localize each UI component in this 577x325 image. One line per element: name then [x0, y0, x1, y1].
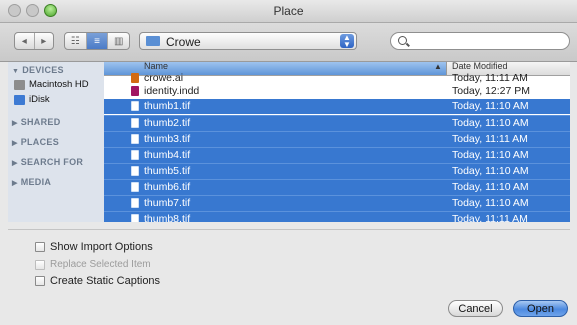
checkbox-label: Replace Selected Item [50, 259, 151, 270]
title-bar: Place [0, 0, 577, 23]
illustrator-file-icon [131, 73, 139, 83]
date-column-label[interactable]: Date Modified [452, 62, 508, 71]
sidebar-section-places[interactable]: ▶ PLACES [12, 137, 59, 147]
checkbox-label: Show Import Options [50, 241, 153, 253]
file-date: Today, 11:10 AM [452, 165, 529, 177]
replace-selected-item-checkbox: Replace Selected Item [35, 259, 151, 270]
disclosure-closed-icon: ▶ [12, 120, 18, 127]
tiff-file-icon [131, 118, 139, 128]
list-view-button[interactable]: ≡ [85, 33, 108, 49]
file-row[interactable]: thumb8.tif Today, 11:11 AM [104, 211, 570, 222]
window-title: Place [273, 4, 304, 18]
icon-view-button[interactable]: ☷ [65, 33, 86, 49]
sidebar-section-shared[interactable]: ▶ SHARED [12, 117, 61, 127]
tiff-file-icon [131, 214, 139, 222]
disclosure-closed-icon: ▶ [12, 180, 18, 187]
tiff-file-icon [131, 134, 139, 144]
show-import-options-checkbox[interactable]: Show Import Options [35, 241, 153, 253]
file-date: Today, 12:27 PM [452, 85, 531, 97]
file-date: Today, 11:10 AM [452, 149, 529, 161]
location-popup[interactable]: Crowe ▲ ▼ [139, 32, 357, 50]
sidebar-section-devices[interactable]: ▼ DEVICES [12, 65, 64, 75]
sidebar-section-search-for[interactable]: ▶ SEARCH FOR [12, 157, 83, 167]
folder-icon [146, 36, 160, 46]
tiff-file-icon [131, 182, 139, 192]
file-row[interactable]: identity.indd Today, 12:27 PM [104, 84, 570, 99]
file-date: Today, 11:10 AM [452, 100, 529, 112]
file-name: crowe.ai [144, 72, 184, 84]
tiff-file-icon [131, 150, 139, 160]
column-view-button[interactable]: ▥ [107, 33, 129, 49]
file-name: thumb6.tif [144, 181, 191, 193]
disclosure-closed-icon: ▶ [12, 140, 18, 147]
file-date: Today, 11:10 AM [452, 197, 529, 209]
file-row[interactable]: thumb4.tif Today, 11:10 AM [104, 147, 570, 163]
file-name: thumb5.tif [144, 165, 191, 177]
indesign-file-icon [131, 86, 139, 96]
sidebar-item-macintosh-hd[interactable]: Macintosh HD [14, 79, 89, 90]
file-name: thumb8.tif [144, 213, 191, 222]
file-date: Today, 11:10 AM [452, 117, 529, 129]
back-button[interactable]: ◂ [15, 33, 34, 49]
file-row[interactable]: thumb6.tif Today, 11:10 AM [104, 179, 570, 195]
location-label: Crowe [166, 35, 201, 49]
file-list: Name ▲ Date Modified crowe.ai Today, 11:… [104, 62, 570, 222]
file-row[interactable]: thumb5.tif Today, 11:10 AM [104, 163, 570, 179]
open-button[interactable]: Open [513, 300, 568, 317]
file-name: thumb1.tif [144, 100, 191, 112]
sort-ascending-icon: ▲ [434, 62, 442, 71]
checkbox-label: Create Static Captions [50, 275, 161, 287]
file-date: Today, 11:11 AM [452, 213, 528, 222]
forward-button[interactable]: ▸ [33, 33, 54, 49]
sidebar-section-media[interactable]: ▶ MEDIA [12, 177, 51, 187]
file-name: thumb2.tif [144, 117, 191, 129]
popup-arrows-icon: ▲ ▼ [340, 34, 354, 49]
checkbox-box [35, 259, 45, 270]
file-row[interactable]: thumb2.tif Today, 11:10 AM [104, 115, 570, 131]
search-icon [398, 36, 407, 45]
disclosure-closed-icon: ▶ [12, 160, 18, 167]
view-mode-control: ☷ ≡ ▥ [64, 32, 130, 50]
name-column-label: Name [144, 62, 169, 71]
file-name: thumb3.tif [144, 133, 191, 145]
disclosure-open-icon: ▼ [12, 68, 20, 75]
checkbox-box [35, 242, 45, 252]
search-input[interactable] [411, 34, 565, 50]
file-date: Today, 11:10 AM [452, 181, 529, 193]
file-name: identity.indd [144, 85, 200, 97]
file-date: Today, 11:11 AM [452, 133, 528, 145]
hard-drive-icon [14, 79, 25, 90]
search-field[interactable] [390, 32, 570, 50]
file-name: thumb7.tif [144, 197, 191, 209]
sidebar: ▼ DEVICES Macintosh HD iDisk ▶ SHARED ▶ PLA… [8, 62, 105, 222]
idisk-icon [14, 94, 25, 105]
create-static-captions-checkbox[interactable]: Create Static Captions [35, 275, 160, 287]
nav-buttons: ◂ ▸ [14, 32, 54, 50]
tiff-file-icon [131, 166, 139, 176]
file-row[interactable]: thumb3.tif Today, 11:11 AM [104, 131, 570, 147]
sidebar-item-idisk[interactable]: iDisk [14, 94, 50, 105]
tiff-file-icon [131, 198, 139, 208]
file-row[interactable]: thumb1.tif Today, 11:10 AM [104, 99, 570, 114]
cancel-button[interactable]: Cancel [448, 300, 503, 317]
tiff-file-icon [131, 101, 139, 111]
toolbar: ◂ ▸ ☷ ≡ ▥ Crowe ▲ ▼ [0, 23, 577, 62]
file-row[interactable]: thumb7.tif Today, 11:10 AM [104, 195, 570, 211]
divider [8, 229, 570, 230]
checkbox-box [35, 276, 45, 286]
file-name: thumb4.tif [144, 149, 191, 161]
file-date: Today, 11:11 AM [452, 72, 528, 84]
